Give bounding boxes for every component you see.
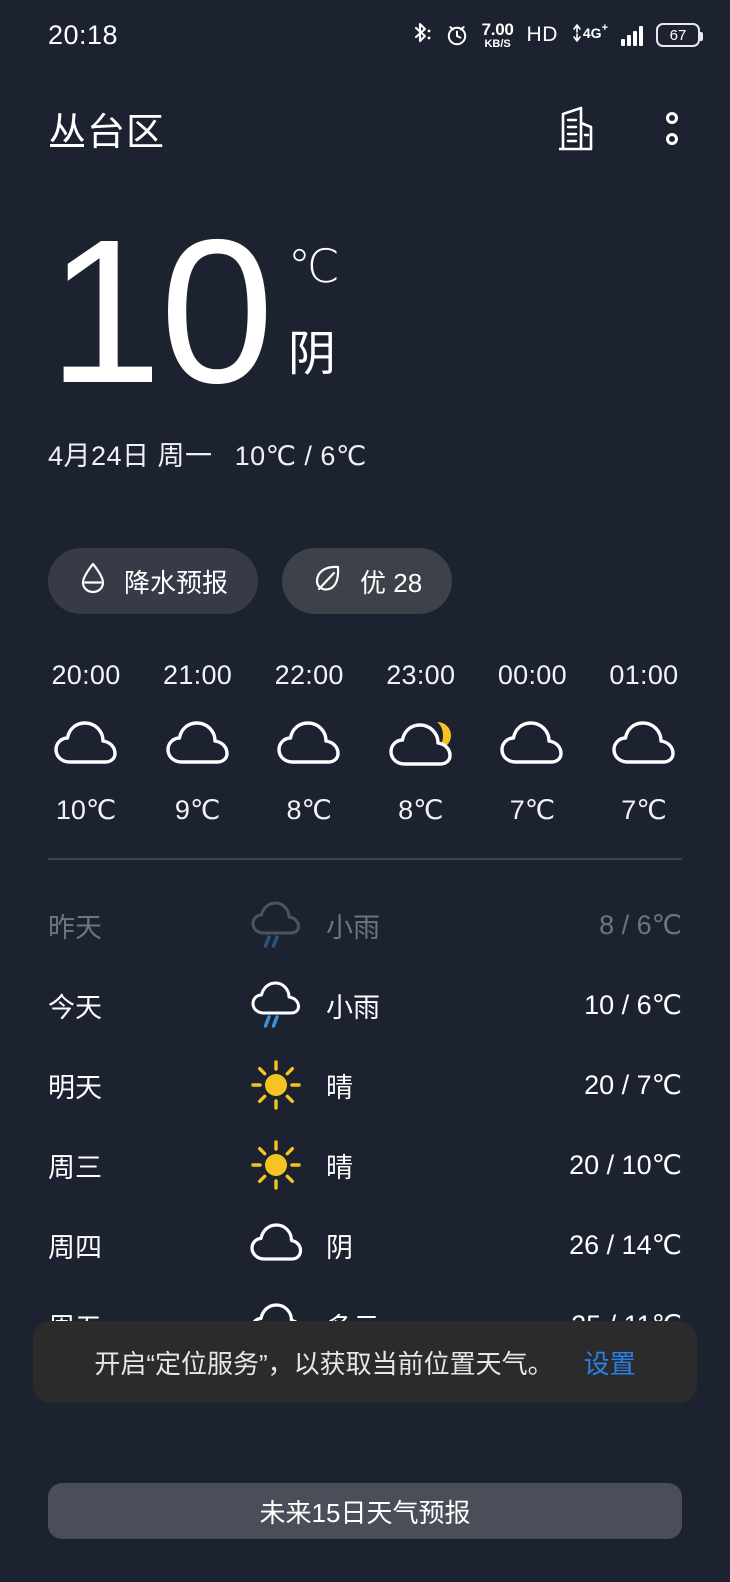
section-divider	[48, 858, 682, 860]
daily-condition: 小雨	[326, 912, 380, 943]
building-icon[interactable]	[554, 106, 598, 151]
current-range: 10℃ / 6℃	[234, 440, 367, 471]
quick-action-chips: 降水预报 优 28	[48, 548, 453, 614]
app-bar: 丛台区	[0, 92, 730, 164]
network-speed-value: 7.00	[481, 19, 514, 39]
hourly-temp: 10℃	[55, 795, 117, 825]
app-bar-actions	[554, 106, 694, 151]
current-date: 4月24日 周一	[48, 440, 213, 471]
hourly-time: 22:00	[274, 660, 344, 690]
current-condition: 阴	[288, 328, 337, 381]
daily-condition: 晴	[326, 1072, 353, 1103]
air-quality-chip[interactable]: 优 28	[282, 548, 453, 614]
current-temperature: 10	[48, 197, 274, 426]
hourly-temp: 9℃	[174, 795, 221, 825]
hourly-item[interactable]: 21:00 9℃	[146, 660, 250, 826]
hourly-temp: 7℃	[621, 795, 667, 825]
sun-icon	[248, 1139, 304, 1191]
table-row[interactable]: 明天 晴 20 / 7℃	[0, 1045, 730, 1125]
daily-condition: 小雨	[326, 992, 380, 1023]
water-drop-icon	[78, 561, 108, 602]
battery-level-label: 67	[669, 26, 687, 44]
network-type-label: 4G	[582, 25, 602, 41]
daily-temps: 8 / 6℃	[599, 909, 682, 940]
table-row[interactable]: 今天 小雨 10 / 6℃	[0, 965, 730, 1045]
cloud-moon-icon	[385, 713, 457, 775]
overflow-menu-icon[interactable]	[650, 106, 694, 150]
hd-voice-icon: HD	[526, 23, 558, 46]
hourly-time: 23:00	[386, 660, 456, 690]
hourly-forecast-strip[interactable]: 20:00 10℃ 21:00 9℃ 22:00 8℃ 23:00 8℃ 00:…	[0, 660, 730, 826]
cloud-icon	[496, 713, 568, 775]
cloud-icon	[50, 713, 122, 775]
daily-condition: 晴	[326, 1152, 353, 1183]
hourly-temp: 8℃	[286, 795, 332, 825]
weather-app-screen: 20:18 7.00 KB/S HD 4G + 67 丛台区 10 ℃ 阴 4月…	[0, 0, 730, 1582]
hourly-time: 21:00	[163, 660, 233, 690]
hourly-item[interactable]: 22:00 8℃	[257, 660, 361, 826]
daily-day-label: 今天	[48, 992, 102, 1023]
table-row[interactable]: 周四 阴 26 / 14℃	[0, 1205, 730, 1285]
daily-temps: 20 / 10℃	[569, 1149, 682, 1180]
location-permission-toast: 开启“定位服务”，以获取当前位置天气。 设置	[33, 1321, 697, 1403]
signal-bars-icon	[621, 24, 643, 46]
hourly-temp: 7℃	[509, 795, 556, 825]
table-row[interactable]: 昨天 小雨 8 / 6℃	[0, 885, 730, 965]
sun-icon	[248, 1059, 304, 1111]
daily-day-label: 周三	[48, 1152, 102, 1183]
hourly-temp: 8℃	[398, 795, 444, 825]
hourly-item[interactable]: 00:00 7℃	[480, 660, 584, 826]
daily-condition: 阴	[326, 1232, 353, 1263]
hourly-time: 01:00	[609, 660, 679, 690]
network-speed-unit: KB/S	[484, 37, 511, 50]
toast-settings-link[interactable]: 设置	[584, 1344, 636, 1381]
current-weather-block: 10 ℃ 阴 4月24日 周一 10℃ / 6℃	[48, 197, 688, 473]
cloud-icon	[162, 713, 234, 775]
hourly-time: 20:00	[51, 660, 121, 690]
daily-day-label: 昨天	[48, 912, 102, 943]
cloud-icon	[248, 1219, 304, 1271]
cloud-icon	[608, 713, 680, 775]
hourly-item[interactable]: 20:00 10℃	[34, 660, 138, 826]
hourly-item[interactable]: 01:00 7℃	[592, 660, 696, 826]
table-row[interactable]: 周三 晴 20 / 10℃	[0, 1125, 730, 1205]
status-bar: 20:18 7.00 KB/S HD 4G + 67	[0, 0, 730, 70]
daily-temps: 10 / 6℃	[584, 989, 682, 1020]
alarm-icon	[445, 23, 469, 47]
temperature-unit: ℃	[288, 240, 340, 292]
status-bar-clock: 20:18	[48, 19, 119, 50]
network-plus-label: +	[601, 22, 608, 34]
status-bar-icons: 7.00 KB/S HD 4G + 67	[410, 21, 703, 50]
daily-forecast-list: 昨天 小雨 8 / 6℃ 今天 小雨 10 / 6℃ 明天 晴 20 / 7℃ …	[0, 885, 730, 1365]
fifteen-day-forecast-button[interactable]: 未来15日天气预报	[48, 1483, 682, 1539]
bluetooth-icon	[410, 22, 432, 48]
rain-icon	[248, 979, 304, 1031]
current-meta: 4月24日 周一 10℃ / 6℃	[48, 434, 688, 473]
network-type-icon: 4G +	[571, 22, 608, 48]
hourly-item[interactable]: 23:00 8℃	[369, 660, 473, 826]
daily-temps: 20 / 7℃	[584, 1069, 682, 1100]
precipitation-chip-label: 降水预报	[124, 567, 229, 598]
rain-icon	[248, 899, 304, 951]
daily-day-label: 明天	[48, 1072, 102, 1103]
battery-indicator: 67	[656, 23, 703, 47]
daily-temps: 26 / 14℃	[569, 1229, 682, 1260]
precipitation-forecast-chip[interactable]: 降水预报	[48, 548, 259, 614]
daily-day-label: 周四	[48, 1232, 102, 1263]
page-title[interactable]: 丛台区	[48, 101, 165, 156]
hourly-time: 00:00	[497, 660, 567, 690]
air-quality-chip-label: 优 28	[360, 567, 423, 598]
toast-message: 开启“定位服务”，以获取当前位置天气。	[94, 1348, 554, 1379]
network-speed-indicator: 7.00 KB/S	[482, 21, 514, 50]
leaf-icon	[312, 562, 344, 601]
cloud-icon	[273, 713, 345, 775]
